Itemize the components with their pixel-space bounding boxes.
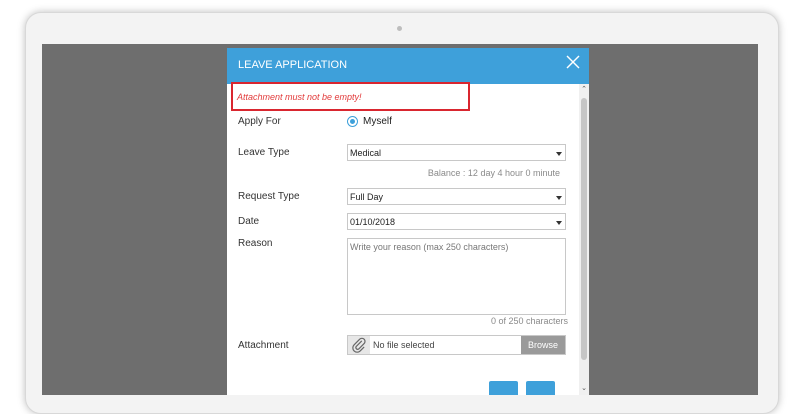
scroll-thumb[interactable] — [581, 98, 587, 360]
close-icon[interactable] — [566, 55, 580, 69]
attachment-file-text: No file selected — [373, 340, 435, 350]
date-value: 01/10/2018 — [350, 217, 396, 227]
camera-dot — [397, 26, 402, 31]
reason-char-counter: 0 of 250 characters — [490, 316, 568, 326]
scroll-down-icon[interactable]: ⌄ — [580, 385, 588, 393]
radio-myself[interactable] — [347, 116, 358, 127]
action-button-right[interactable] — [526, 381, 555, 395]
leave-type-label: Leave Type — [238, 147, 290, 158]
chevron-down-icon — [556, 221, 562, 225]
paperclip-icon[interactable] — [348, 336, 370, 354]
modal-header: LEAVE APPLICATION — [227, 48, 589, 84]
chevron-down-icon — [556, 152, 562, 156]
apply-for-label: Apply For — [238, 116, 281, 127]
reason-label: Reason — [238, 238, 273, 249]
reason-textarea[interactable]: Write your reason (max 250 characters) — [347, 238, 566, 315]
browse-button[interactable]: Browse — [521, 336, 565, 354]
reason-placeholder: Write your reason (max 250 characters) — [350, 242, 509, 252]
leave-type-select[interactable]: Medical — [347, 144, 566, 161]
leave-application-modal: LEAVE APPLICATION ⌃ ⌄ Attachment must no… — [227, 48, 589, 395]
leave-type-value: Medical — [350, 148, 382, 158]
request-type-select[interactable]: Full Day — [347, 188, 566, 205]
date-select[interactable]: 01/10/2018 — [347, 213, 566, 230]
attachment-input[interactable]: No file selected Browse — [347, 335, 566, 355]
action-button-left[interactable] — [489, 381, 518, 395]
modal-title: LEAVE APPLICATION — [238, 59, 348, 71]
error-message: Attachment must not be empty! — [237, 92, 362, 102]
error-message-box: Attachment must not be empty! — [231, 82, 470, 111]
scroll-up-icon[interactable]: ⌃ — [580, 86, 588, 94]
chevron-down-icon — [556, 196, 562, 200]
modal-scrollbar[interactable]: ⌃ ⌄ — [579, 84, 589, 395]
attachment-label: Attachment — [238, 340, 289, 351]
request-type-label: Request Type — [238, 191, 300, 202]
leave-balance: Balance : 12 day 4 hour 0 minute — [427, 168, 560, 178]
radio-myself-label[interactable]: Myself — [363, 116, 392, 127]
request-type-value: Full Day — [350, 192, 384, 202]
date-label: Date — [238, 216, 260, 227]
